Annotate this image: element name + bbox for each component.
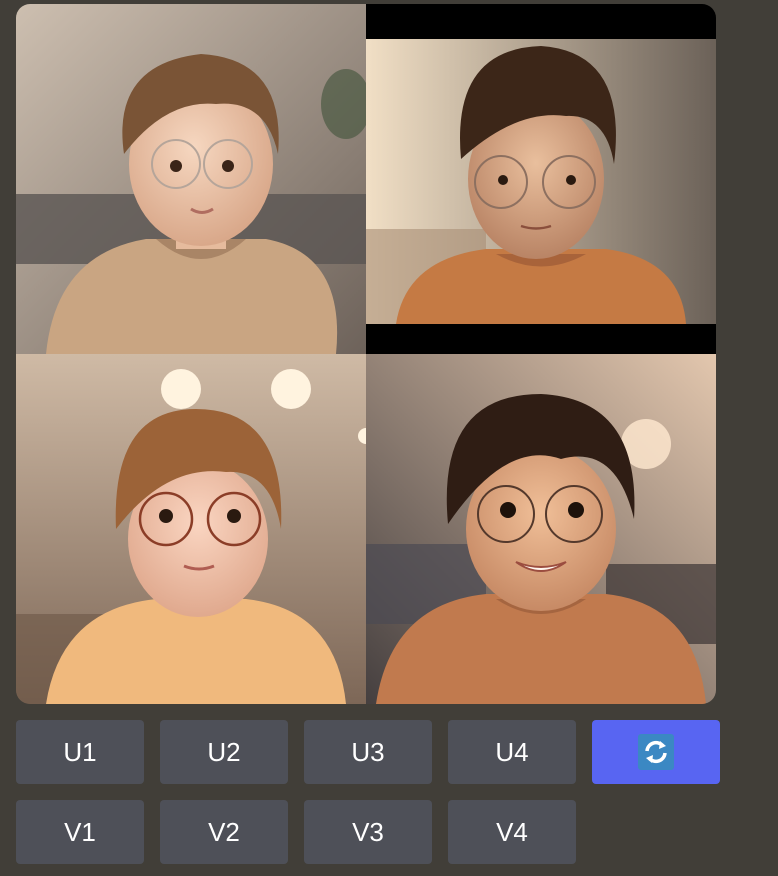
image-tile-2[interactable] (366, 4, 716, 354)
generated-image-grid[interactable] (16, 4, 716, 704)
upscale-button-4[interactable]: U4 (448, 720, 576, 784)
boy-portrait-3 (16, 354, 366, 704)
image-tile-4[interactable] (366, 354, 716, 704)
image-tile-1[interactable] (16, 4, 366, 354)
upscale-button-3[interactable]: U3 (304, 720, 432, 784)
upscale-button-2[interactable]: U2 (160, 720, 288, 784)
boy-portrait-1 (16, 4, 366, 354)
boy-portrait-2 (366, 4, 716, 354)
reroll-button[interactable] (592, 720, 720, 784)
reroll-arrows-icon (638, 734, 674, 770)
variation-button-1[interactable]: V1 (16, 800, 144, 864)
upscale-button-1[interactable]: U1 (16, 720, 144, 784)
variation-button-3[interactable]: V3 (304, 800, 432, 864)
boy-portrait-4 (366, 354, 716, 704)
variation-button-2[interactable]: V2 (160, 800, 288, 864)
variation-button-4[interactable]: V4 (448, 800, 576, 864)
image-tile-3[interactable] (16, 354, 366, 704)
